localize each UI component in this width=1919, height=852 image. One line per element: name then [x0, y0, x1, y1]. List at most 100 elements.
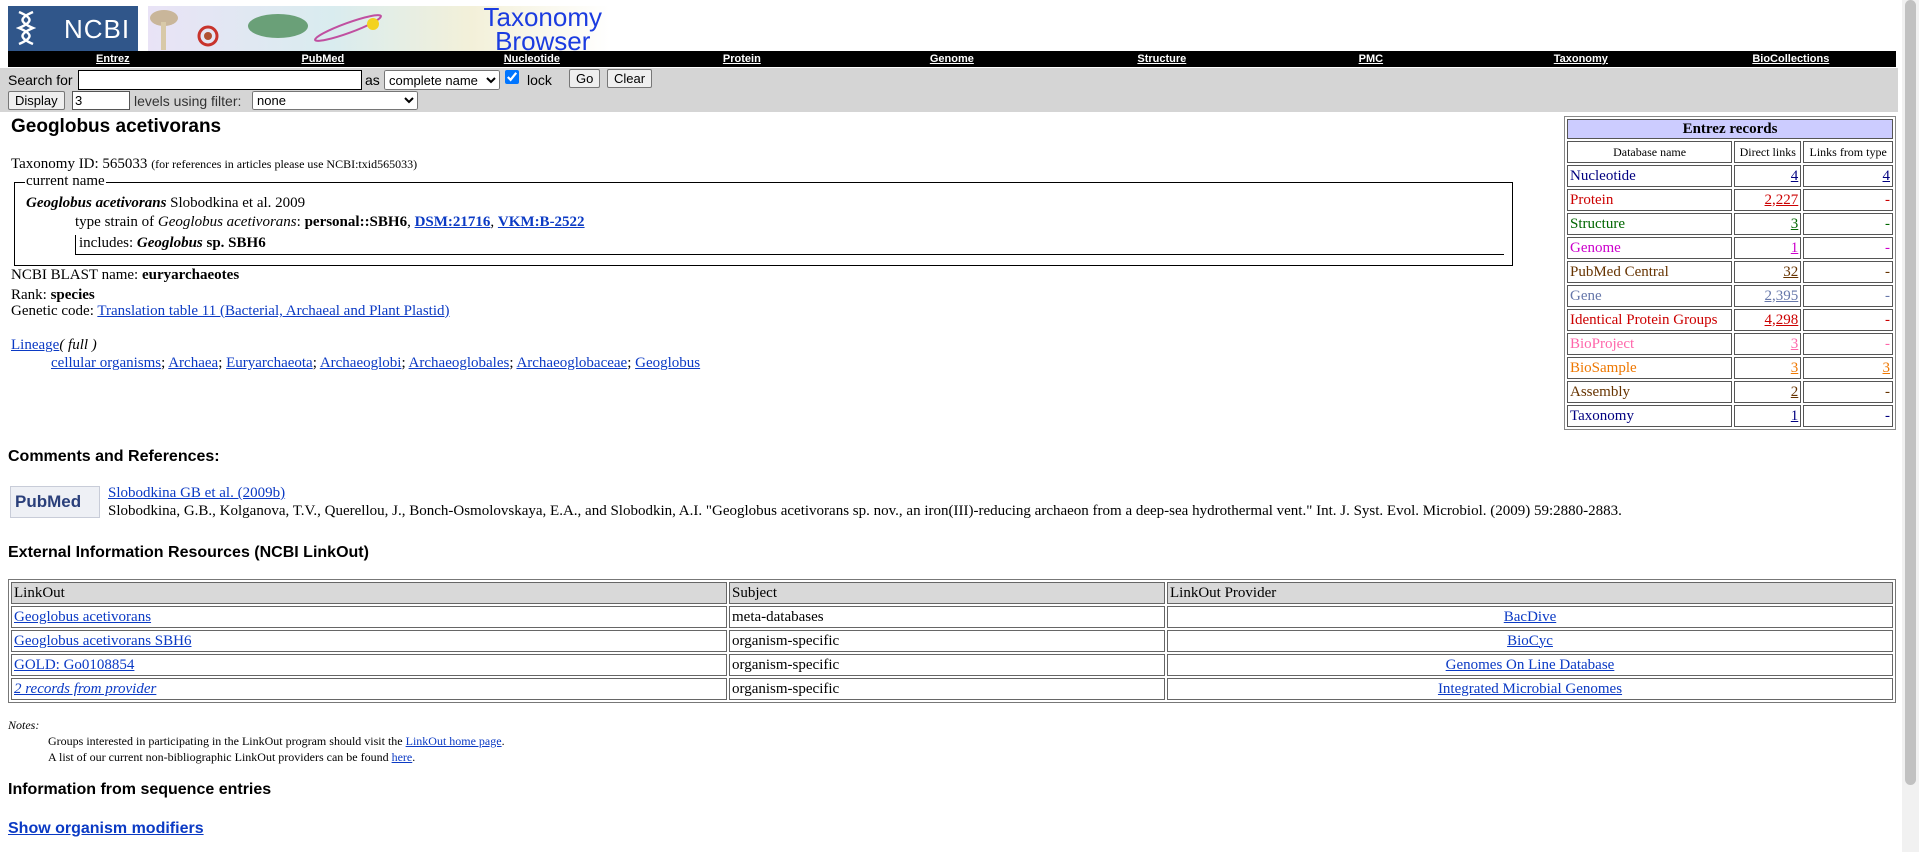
lineage-item[interactable]: Euryarchaeota [226, 355, 313, 371]
lineage-item[interactable]: cellular organisms [51, 355, 161, 371]
ncbi-logo[interactable]: NCBI [8, 6, 138, 51]
type-strain-colon: : [296, 214, 301, 230]
linkout-link[interactable]: 2 records from provider [14, 681, 156, 697]
linkout-link[interactable]: Geoglobus acetivorans [14, 609, 151, 625]
nav-structure[interactable]: Structure [1057, 51, 1267, 67]
entrez-direct-link[interactable]: 2,395 [1765, 288, 1799, 304]
linkout-link[interactable]: Geoglobus acetivorans SBH6 [14, 633, 191, 649]
entrez-direct-link[interactable]: 32 [1783, 264, 1798, 280]
entrez-type-link[interactable]: 3 [1883, 360, 1891, 376]
lock-checkbox[interactable] [505, 70, 519, 84]
current-name-author: Slobodkina et al. 2009 [170, 195, 306, 211]
lineage-link[interactable]: Lineage [11, 337, 59, 353]
entrez-row: Gene 2,395 - [1567, 285, 1893, 307]
entrez-db-name: Structure [1567, 213, 1733, 235]
linkout-row: Geoglobus acetivorans meta-databases BacDi… [11, 606, 1893, 628]
entrez-db-name: Identical Protein Groups [1567, 309, 1733, 331]
notes-line-1: Groups interested in participating in th… [48, 734, 505, 749]
genetic-code-label: Genetic code: [11, 303, 94, 319]
vertical-scrollbar[interactable] [1902, 0, 1919, 852]
rank-value: species [50, 287, 95, 303]
taxonomy-id-note: (for references in articles please use N… [151, 157, 418, 171]
linkout-home-link[interactable]: LinkOut home page [406, 734, 502, 748]
entrez-type-cell: - [1803, 309, 1893, 331]
notes-line-2: A list of our current non-bibliographic … [48, 750, 415, 765]
display-button[interactable]: Display [8, 91, 65, 110]
show-organism-modifiers-link[interactable]: Show organism modifiers [8, 820, 204, 838]
entrez-row: Assembly 2 - [1567, 381, 1893, 403]
nav-nucleotide[interactable]: Nucleotide [427, 51, 637, 67]
lineage-item[interactable]: Geoglobus [635, 355, 700, 371]
current-name-line: Geoglobus acetivorans Slobodkina et al. … [26, 195, 305, 212]
includes-genus: Geoglobus [136, 235, 203, 251]
linkout-provider-link[interactable]: Genomes On Line Database [1446, 657, 1615, 673]
genetic-code-link[interactable]: Translation table 11 (Bacterial, Archaea… [97, 303, 449, 319]
entrez-type-cell: - [1803, 237, 1893, 259]
nav-taxonomy[interactable]: Taxonomy [1476, 51, 1686, 67]
linkout-provider-link[interactable]: BacDive [1504, 609, 1556, 625]
notes-line-2-text: A list of our current non-bibliographic … [48, 750, 389, 764]
entrez-direct-cell: 4 [1734, 165, 1802, 187]
dna-helix-icon [16, 10, 36, 46]
entrez-direct-cell: 1 [1734, 237, 1802, 259]
linkout-subject: organism-specific [729, 654, 1165, 676]
nav-pubmed[interactable]: PubMed [218, 51, 428, 67]
entrez-direct-cell: 3 [1734, 357, 1802, 379]
vkm-link[interactable]: VKM:B-2522 [498, 214, 585, 230]
entrez-direct-link[interactable]: 4 [1791, 168, 1799, 184]
entrez-type-value: - [1885, 263, 1890, 280]
levels-input[interactable] [72, 91, 130, 110]
providers-here-link[interactable]: here [392, 750, 413, 764]
linkout-provider-link[interactable]: BioCyc [1507, 633, 1553, 649]
nav-genome[interactable]: Genome [847, 51, 1057, 67]
taxonomy-browser-banner[interactable]: Taxonomy Browser [148, 4, 610, 56]
banner-title-line2: Browser [495, 26, 591, 56]
entrez-row: Protein 2,227 - [1567, 189, 1893, 211]
entrez-db-name: Assembly [1567, 381, 1733, 403]
entrez-direct-link[interactable]: 1 [1791, 240, 1799, 256]
reference-link[interactable]: Slobodkina GB et al. (2009b) [108, 485, 285, 502]
entrez-type-link[interactable]: 4 [1883, 168, 1891, 184]
type-strain-line: type strain of Geoglobus acetivorans: pe… [75, 214, 585, 230]
pubmed-logo-icon[interactable]: PubMed [10, 486, 100, 518]
linkout-heading: External Information Resources (NCBI Lin… [8, 544, 369, 561]
linkout-cell: Geoglobus acetivorans [11, 606, 727, 628]
nav-biocollections[interactable]: BioCollections [1686, 51, 1896, 67]
lineage-item[interactable]: Archaeoglobi [320, 355, 402, 371]
entrez-direct-link[interactable]: 4,298 [1765, 312, 1799, 328]
nav-protein[interactable]: Protein [637, 51, 847, 67]
subject-col-header: Subject [729, 582, 1165, 604]
dsm-link[interactable]: DSM:21716 [415, 214, 491, 230]
clear-button[interactable]: Clear [607, 69, 653, 88]
entrez-row: Structure 3 - [1567, 213, 1893, 235]
linkout-link[interactable]: GOLD: Go0108854 [14, 657, 134, 673]
genetic-code: Genetic code: Translation table 11 (Bact… [11, 303, 450, 320]
go-button[interactable]: Go [569, 69, 601, 88]
entrez-direct-link[interactable]: 3 [1791, 336, 1799, 352]
lineage-item[interactable]: Archaeoglobaceae [516, 355, 627, 371]
lineage-full-link[interactable]: ( full ) [59, 337, 97, 353]
scrollbar-thumb[interactable] [1905, 0, 1916, 785]
filter-select[interactable]: none [252, 91, 418, 110]
name-type-select[interactable]: complete name [384, 70, 500, 90]
linkout-provider-link[interactable]: Integrated Microbial Genomes [1438, 681, 1622, 697]
entrez-direct-link[interactable]: 2,227 [1765, 192, 1799, 208]
nav-pmc[interactable]: PMC [1266, 51, 1476, 67]
entrez-type-cell: 4 [1803, 165, 1893, 187]
lineage-item[interactable]: Archaea [168, 355, 218, 371]
lineage-item[interactable]: Archaeoglobales [409, 355, 510, 371]
entrez-direct-link[interactable]: 1 [1791, 408, 1799, 424]
entrez-row: BioProject 3 - [1567, 333, 1893, 355]
col-database-name: Database name [1567, 141, 1733, 163]
linkout-col-header: LinkOut [11, 582, 727, 604]
entrez-db-name: Genome [1567, 237, 1733, 259]
nav-entrez[interactable]: Entrez [8, 51, 218, 67]
entrez-direct-link[interactable]: 2 [1791, 384, 1799, 400]
entrez-type-cell: - [1803, 333, 1893, 355]
search-input[interactable] [78, 70, 362, 90]
entrez-direct-link[interactable]: 3 [1791, 360, 1799, 376]
banner-title: Taxonomy Browser [484, 4, 603, 56]
notes-label-text: Notes: [8, 718, 40, 732]
entrez-direct-link[interactable]: 3 [1791, 216, 1799, 232]
banner-illustration-icon [150, 10, 382, 50]
